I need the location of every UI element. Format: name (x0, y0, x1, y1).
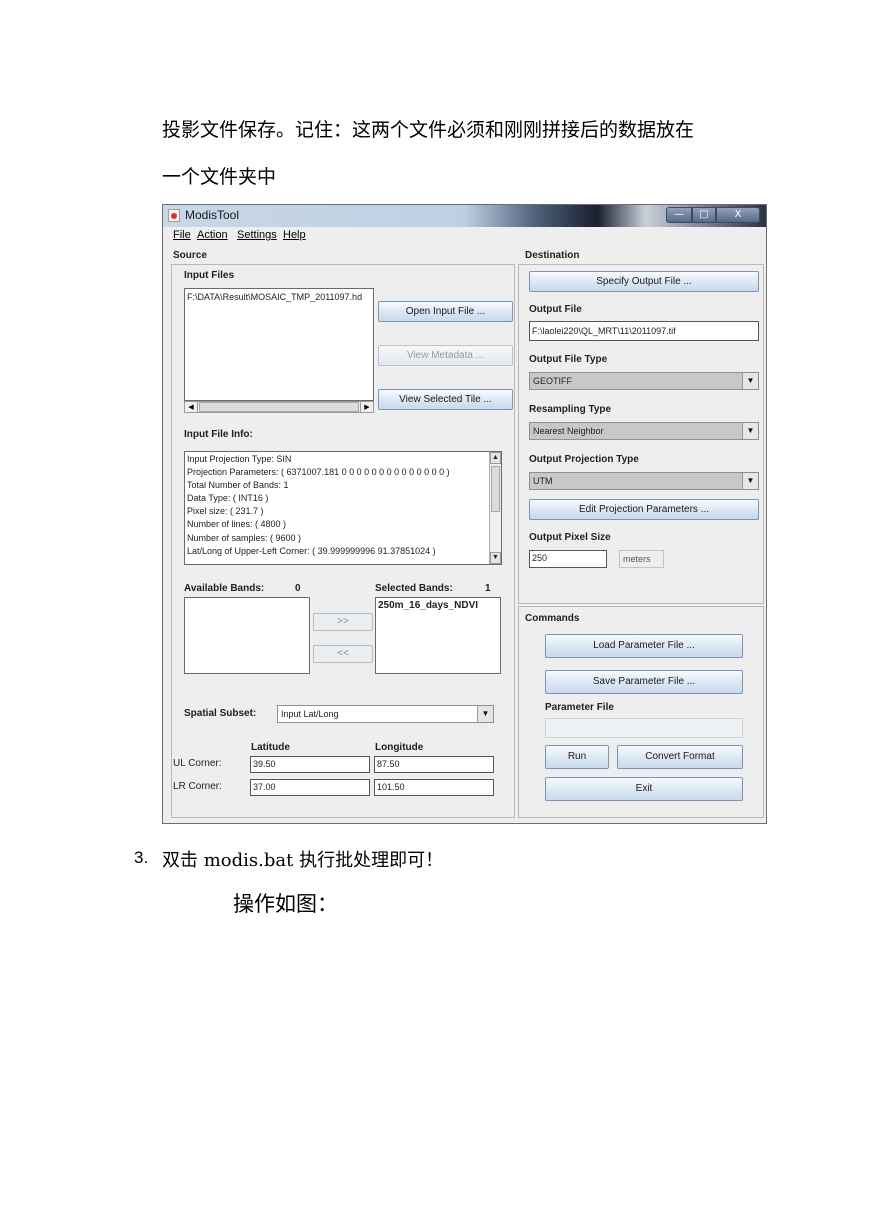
lr-longitude-input[interactable]: 101.50 (374, 779, 494, 796)
selected-bands-list[interactable]: 250m_16_days_NDVI (375, 597, 501, 674)
input-files-label: Input Files (184, 270, 234, 281)
chevron-down-icon[interactable]: ▼ (742, 423, 758, 439)
info-line: Data Type: ( INT16 ) (187, 493, 269, 504)
view-selected-tile-button[interactable]: View Selected Tile ... (378, 389, 513, 410)
chevron-down-icon[interactable]: ▼ (742, 373, 758, 389)
scroll-left-arrow-icon[interactable]: ◀ (185, 402, 198, 412)
available-bands-count: 0 (295, 583, 301, 594)
save-parameter-file-button[interactable]: Save Parameter File ... (545, 670, 743, 694)
run-button[interactable]: Run (545, 745, 609, 769)
java-app-icon (168, 209, 180, 222)
destination-header: Destination (525, 250, 580, 261)
add-band-button[interactable]: >> (313, 613, 373, 631)
maximize-button[interactable]: □ (692, 207, 716, 223)
selected-bands-label: Selected Bands: (375, 583, 453, 594)
info-vscrollbar[interactable]: ▲ ▼ (489, 452, 501, 564)
available-bands-label: Available Bands: (184, 583, 265, 594)
remove-band-button[interactable]: << (313, 645, 373, 663)
window-title: ModisTool (185, 208, 240, 222)
ul-corner-label: UL Corner: (173, 758, 222, 769)
resampling-type-value: Nearest Neighbor (533, 426, 604, 436)
doc-paragraph-line2: 一个文件夹中 (162, 166, 277, 188)
resampling-type-label: Resampling Type (529, 404, 612, 415)
scroll-down-arrow-icon[interactable]: ▼ (490, 552, 501, 564)
output-projection-type-value: UTM (533, 476, 553, 486)
parameter-file-label: Parameter File (545, 702, 614, 713)
output-projection-type-label: Output Projection Type (529, 454, 639, 465)
spatial-subset-select[interactable]: Input Lat/Long ▼ (277, 705, 494, 723)
source-header: Source (173, 250, 207, 261)
input-files-hscrollbar[interactable]: ◀ ▶ (184, 401, 374, 413)
output-pixel-size-input[interactable]: 250 (529, 550, 607, 568)
list-item-number: 3. (134, 848, 149, 867)
view-metadata-button[interactable]: View Metadata ... (378, 345, 513, 366)
pixel-size-unit: meters (619, 550, 664, 568)
title-bar[interactable]: ModisTool — □ X (163, 205, 766, 227)
info-line: Projection Parameters: ( 6371007.181 0 0… (187, 467, 450, 478)
info-line: Lat/Long of Upper-Left Corner: ( 39.9999… (187, 545, 436, 556)
scroll-up-arrow-icon[interactable]: ▲ (490, 452, 501, 464)
load-parameter-file-button[interactable]: Load Parameter File ... (545, 634, 743, 658)
spatial-subset-label: Spatial Subset: (184, 708, 257, 719)
menu-action[interactable]: Action (197, 229, 228, 241)
close-button[interactable]: X (716, 207, 760, 223)
chevron-down-icon[interactable]: ▼ (742, 473, 758, 489)
output-projection-type-select[interactable]: UTM ▼ (529, 472, 759, 490)
commands-header: Commands (525, 613, 580, 624)
menu-settings[interactable]: Settings (237, 229, 277, 241)
specify-output-file-button[interactable]: Specify Output File ... (529, 271, 759, 292)
ul-latitude-input[interactable]: 39.50 (250, 756, 370, 773)
output-pixel-size-label: Output Pixel Size (529, 532, 611, 543)
spatial-subset-value: Input Lat/Long (281, 709, 339, 719)
menu-file[interactable]: File (173, 229, 191, 241)
lr-corner-label: LR Corner: (173, 781, 222, 792)
scroll-thumb[interactable] (491, 466, 500, 512)
info-line: Pixel size: ( 231.7 ) (187, 506, 264, 517)
selected-band-item[interactable]: 250m_16_days_NDVI (376, 598, 500, 613)
minimize-button[interactable]: — (666, 207, 692, 223)
input-files-list[interactable]: F:\DATA\Result\MOSAIC_TMP_2011097.hd (184, 288, 374, 401)
open-input-file-button[interactable]: Open Input File ... (378, 301, 513, 322)
exit-button[interactable]: Exit (545, 777, 743, 801)
output-file-type-value: GEOTIFF (533, 376, 572, 386)
chevron-down-icon[interactable]: ▼ (477, 706, 493, 722)
selected-bands-count: 1 (485, 583, 491, 594)
info-line: Input Projection Type: SIN (187, 454, 292, 464)
menu-help[interactable]: Help (283, 229, 306, 241)
figure-caption: 操作如图： (233, 892, 338, 916)
scroll-right-arrow-icon[interactable]: ▶ (360, 402, 373, 412)
edit-projection-parameters-button[interactable]: Edit Projection Parameters ... (529, 499, 759, 520)
input-file-info-label: Input File Info: (184, 429, 253, 440)
output-file-type-label: Output File Type (529, 354, 608, 365)
input-file-item[interactable]: F:\DATA\Result\MOSAIC_TMP_2011097.hd (185, 289, 373, 305)
input-file-info-text: Input Projection Type: SIN Projection Pa… (184, 451, 502, 565)
info-line: Number of samples: ( 9600 ) (187, 532, 302, 543)
output-file-input[interactable]: F:\laolei220\QL_MRT\11\2011097.tif (529, 321, 759, 341)
available-bands-list[interactable] (184, 597, 310, 674)
output-file-label: Output File (529, 304, 582, 315)
info-line: Number of lines: ( 4800 ) (187, 519, 287, 530)
ul-longitude-input[interactable]: 87.50 (374, 756, 494, 773)
scroll-thumb[interactable] (199, 402, 359, 412)
doc-paragraph-line1: 投影文件保存。记住：这两个文件必须和刚刚拼接后的数据放在 (162, 119, 695, 141)
info-line: Total Number of Bands: 1 (187, 480, 289, 491)
list-item-text: 双击 modis.bat 执行批处理即可！ (162, 850, 444, 871)
convert-format-button[interactable]: Convert Format (617, 745, 743, 769)
modis-tool-window: ModisTool — □ X File Action Settings Hel… (162, 204, 767, 824)
parameter-file-input[interactable] (545, 718, 743, 738)
output-file-type-select[interactable]: GEOTIFF ▼ (529, 372, 759, 390)
menu-bar: File Action Settings Help (163, 227, 766, 244)
latitude-header: Latitude (251, 742, 290, 753)
longitude-header: Longitude (375, 742, 424, 753)
lr-latitude-input[interactable]: 37.00 (250, 779, 370, 796)
resampling-type-select[interactable]: Nearest Neighbor ▼ (529, 422, 759, 440)
